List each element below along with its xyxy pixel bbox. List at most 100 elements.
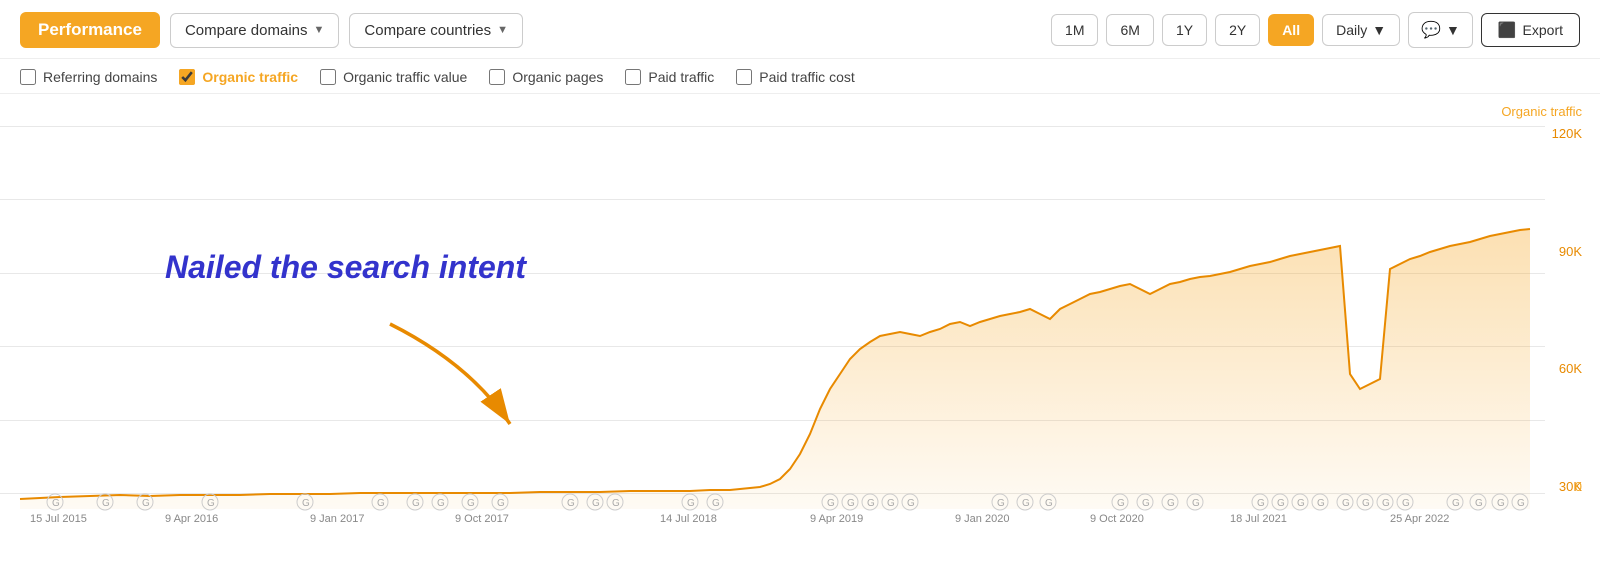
paid-traffic-label: Paid traffic: [648, 69, 714, 85]
svg-text:G: G: [1475, 498, 1483, 509]
annotation-text: Nailed the search intent: [165, 249, 526, 286]
svg-text:15 Jul 2015: 15 Jul 2015: [30, 513, 87, 524]
y-label-90k: 90K: [1552, 244, 1582, 259]
referring-domains-label: Referring domains: [43, 69, 157, 85]
svg-text:G: G: [467, 498, 475, 509]
svg-text:G: G: [592, 498, 600, 509]
svg-text:G: G: [847, 498, 855, 509]
comment-icon: 💬: [1421, 20, 1441, 40]
y-label-120k: 120K: [1552, 126, 1582, 141]
referring-domains-checkbox[interactable]: [20, 69, 36, 85]
svg-text:G: G: [1167, 498, 1175, 509]
comment-arrow-icon: ▼: [1446, 22, 1460, 38]
time-1y-button[interactable]: 1Y: [1162, 14, 1207, 46]
performance-button[interactable]: Performance: [20, 12, 160, 48]
paid-traffic-cost-label: Paid traffic cost: [759, 69, 854, 85]
export-button[interactable]: ⬛ Export: [1481, 13, 1580, 47]
export-label: Export: [1523, 22, 1563, 38]
svg-text:9 Jan 2017: 9 Jan 2017: [310, 513, 364, 524]
time-6m-button[interactable]: 6M: [1106, 14, 1153, 46]
svg-text:G: G: [437, 498, 445, 509]
compare-countries-arrow-icon: ▼: [497, 24, 508, 36]
compare-domains-arrow-icon: ▼: [314, 24, 325, 36]
comment-button[interactable]: 💬 ▼: [1408, 12, 1473, 48]
filter-paid-traffic[interactable]: Paid traffic: [625, 69, 714, 85]
svg-text:G: G: [207, 498, 215, 509]
svg-text:14 Jul 2018: 14 Jul 2018: [660, 513, 717, 524]
svg-text:G: G: [1342, 498, 1350, 509]
filter-organic-traffic[interactable]: Organic traffic: [179, 69, 298, 85]
svg-text:G: G: [1452, 498, 1460, 509]
daily-button[interactable]: Daily ▼: [1322, 14, 1400, 46]
compare-domains-label: Compare domains: [185, 22, 308, 39]
svg-text:G: G: [712, 498, 720, 509]
svg-text:G: G: [302, 498, 310, 509]
filter-bar: Referring domains Organic traffic Organi…: [0, 59, 1600, 94]
svg-text:G: G: [887, 498, 895, 509]
svg-text:G: G: [1192, 498, 1200, 509]
filter-referring-domains[interactable]: Referring domains: [20, 69, 157, 85]
svg-text:G: G: [907, 498, 915, 509]
svg-text:G: G: [1362, 498, 1370, 509]
filter-organic-traffic-value[interactable]: Organic traffic value: [320, 69, 467, 85]
time-2y-button[interactable]: 2Y: [1215, 14, 1260, 46]
y-label-zero: 0: [1575, 479, 1582, 494]
svg-text:G: G: [142, 498, 150, 509]
y-label-60k: 60K: [1552, 361, 1582, 376]
svg-text:G: G: [1257, 498, 1265, 509]
compare-countries-label: Compare countries: [364, 22, 491, 39]
daily-label: Daily: [1336, 22, 1367, 38]
svg-text:G: G: [1117, 498, 1125, 509]
time-1m-button[interactable]: 1M: [1051, 14, 1098, 46]
svg-text:G: G: [377, 498, 385, 509]
svg-text:9 Oct 2017: 9 Oct 2017: [455, 513, 509, 524]
svg-text:G: G: [1517, 498, 1525, 509]
svg-text:25 Apr 2022: 25 Apr 2022: [1390, 513, 1449, 524]
chart-svg: G G G G G G G G G G G G G G G G G G G G …: [0, 94, 1545, 524]
filter-organic-pages[interactable]: Organic pages: [489, 69, 603, 85]
svg-text:18 Jul 2021: 18 Jul 2021: [1230, 513, 1287, 524]
svg-text:G: G: [1022, 498, 1030, 509]
annotation-arrow: [330, 304, 550, 444]
organic-pages-label: Organic pages: [512, 69, 603, 85]
organic-pages-checkbox[interactable]: [489, 69, 505, 85]
svg-text:9 Apr 2019: 9 Apr 2019: [810, 513, 863, 524]
svg-text:G: G: [52, 498, 60, 509]
svg-text:G: G: [1297, 498, 1305, 509]
compare-countries-button[interactable]: Compare countries ▼: [349, 13, 523, 48]
organic-traffic-value-checkbox[interactable]: [320, 69, 336, 85]
svg-text:G: G: [687, 498, 695, 509]
x-axis-labels: 15 Jul 2015 9 Apr 2016 9 Jan 2017 9 Oct …: [30, 513, 1449, 524]
svg-text:9 Oct 2020: 9 Oct 2020: [1090, 513, 1144, 524]
svg-text:G: G: [1317, 498, 1325, 509]
svg-text:G: G: [1497, 498, 1505, 509]
svg-text:G: G: [102, 498, 110, 509]
paid-traffic-cost-checkbox[interactable]: [736, 69, 752, 85]
svg-text:G: G: [867, 498, 875, 509]
time-all-button[interactable]: All: [1268, 14, 1314, 46]
svg-text:G: G: [1142, 498, 1150, 509]
organic-traffic-value-label: Organic traffic value: [343, 69, 467, 85]
compare-domains-button[interactable]: Compare domains ▼: [170, 13, 339, 48]
svg-text:G: G: [412, 498, 420, 509]
svg-text:G: G: [612, 498, 620, 509]
svg-text:9 Apr 2016: 9 Apr 2016: [165, 513, 218, 524]
filter-paid-traffic-cost[interactable]: Paid traffic cost: [736, 69, 854, 85]
organic-traffic-label: Organic traffic: [202, 69, 298, 85]
svg-text:G: G: [1402, 498, 1410, 509]
svg-text:9 Jan 2020: 9 Jan 2020: [955, 513, 1009, 524]
svg-text:G: G: [827, 498, 835, 509]
organic-traffic-checkbox[interactable]: [179, 69, 195, 85]
y-axis: 120K 90K 60K 30K: [1552, 94, 1582, 524]
svg-text:G: G: [1045, 498, 1053, 509]
paid-traffic-checkbox[interactable]: [625, 69, 641, 85]
export-icon: ⬛: [1498, 21, 1517, 39]
toolbar: Performance Compare domains ▼ Compare co…: [0, 0, 1600, 59]
toolbar-right: 1M 6M 1Y 2Y All Daily ▼ 💬 ▼ ⬛ Export: [1051, 12, 1580, 48]
svg-text:G: G: [567, 498, 575, 509]
daily-arrow-icon: ▼: [1372, 22, 1386, 38]
svg-text:G: G: [1277, 498, 1285, 509]
chart-area: Organic traffic 120K 90K 60K 30K 0: [0, 94, 1600, 524]
svg-text:G: G: [997, 498, 1005, 509]
svg-text:G: G: [1382, 498, 1390, 509]
